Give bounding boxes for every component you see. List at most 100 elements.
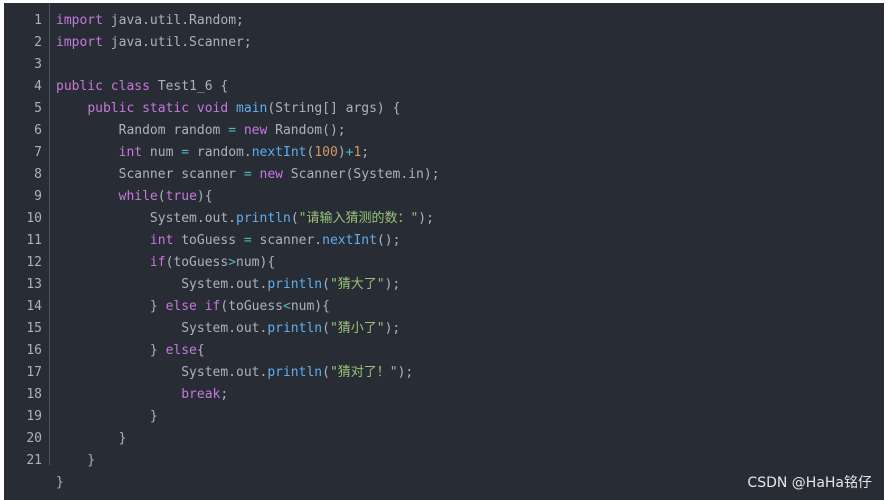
code-token: } — [56, 431, 127, 446]
code-token: } — [56, 475, 64, 490]
code-token: "猜对了！" — [329, 365, 398, 380]
code-token: ) — [337, 145, 346, 160]
code-token: Test1_6 { — [149, 79, 229, 94]
code-token: System.out. — [56, 211, 237, 226]
code-line: } else{ — [56, 340, 884, 362]
code-token: ; — [220, 387, 229, 402]
line-number: 10 — [26, 211, 42, 226]
code-line: public class Test1_6 { — [56, 76, 884, 98]
code-token: int — [118, 145, 143, 160]
code-line: int num = random.nextInt(100)+1; — [56, 142, 884, 164]
code-token: System.out. — [56, 277, 268, 292]
code-line: public static void main(String[] args) { — [56, 98, 884, 120]
code-token: ); — [418, 211, 434, 226]
line-number: 2 — [34, 35, 42, 50]
code-token: main — [236, 101, 268, 116]
code-token: true — [165, 189, 197, 204]
code-token: ); — [384, 277, 401, 292]
code-token: println — [236, 211, 291, 226]
code-token: ; — [361, 145, 370, 160]
code-token: > — [228, 255, 237, 270]
code-token: System.out. — [56, 365, 268, 380]
code-token: (toGuess — [165, 255, 229, 270]
watermark: CSDN @HaHa铭仔 — [747, 475, 872, 491]
code-token: else — [165, 299, 197, 314]
line-number: 8 — [34, 167, 42, 182]
code-token: while — [118, 189, 158, 204]
code-token: ( — [322, 321, 330, 336]
code-token: ( — [322, 365, 330, 380]
code-line: import java.util.Scanner; — [56, 32, 884, 54]
line-number: 18 — [26, 387, 42, 402]
line-number: 9 — [34, 189, 42, 204]
code-token: println — [267, 365, 323, 380]
code-token: "猜大了" — [329, 277, 385, 292]
line-number: 6 — [34, 123, 42, 138]
line-number: 20 — [26, 431, 42, 446]
code-line: while(true){ — [56, 186, 884, 208]
code-token: Random random — [56, 123, 229, 138]
code-token: } — [56, 453, 96, 468]
code-token: toGuess — [173, 233, 244, 248]
code-token: ){ — [196, 189, 213, 204]
code-line: System.out.println("猜小了"); — [56, 318, 884, 340]
code-token: Scanner(System.in); — [282, 167, 440, 182]
code-token: < — [283, 299, 291, 314]
code-token: = — [181, 145, 190, 160]
code-token: num — [142, 145, 182, 160]
code-token: num){ — [236, 255, 276, 270]
line-number: 13 — [26, 277, 42, 292]
code-token: import — [56, 35, 103, 50]
line-number: 12 — [26, 255, 42, 270]
code-line: System.out.println("猜对了！"); — [56, 362, 884, 384]
code-token: println — [267, 277, 323, 292]
code-token: nextInt — [322, 233, 377, 248]
code-token: ); — [384, 321, 401, 336]
code-line: } — [56, 428, 884, 450]
code-token: if — [204, 299, 221, 314]
code-token: class — [110, 79, 150, 94]
line-number: 21 — [26, 453, 42, 468]
code-token: java.util.Random; — [102, 13, 244, 28]
code-token: else — [165, 343, 197, 358]
line-number: 14 — [26, 299, 42, 314]
code-token: public — [56, 79, 103, 94]
code-line: System.out.println("猜大了"); — [56, 274, 884, 296]
code-token: public — [87, 101, 135, 116]
line-number: 19 — [26, 409, 42, 424]
code-token: int — [149, 233, 174, 248]
code-token: scanner. — [251, 233, 323, 248]
line-number: 17 — [26, 365, 42, 380]
code-token: (toGuess — [220, 299, 283, 314]
code-token: "请输入猜测的数：" — [298, 211, 419, 226]
gutter-divider — [49, 3, 50, 465]
code-token: ); — [397, 365, 414, 380]
code-token: ( — [322, 277, 330, 292]
code-token: new — [243, 123, 268, 138]
code-token: java.util.Scanner; — [102, 35, 252, 50]
code-token: ( — [157, 189, 166, 204]
line-number: 7 — [34, 145, 42, 160]
code-block: 1 2 3 4 5 6 7 8 9 10 11 12 13 14 15 16 17 18 19 20 21 import… — [4, 3, 884, 500]
code-token: new — [259, 167, 283, 182]
code-token: { — [196, 343, 205, 358]
code-token: break — [181, 387, 221, 402]
line-number: 4 — [34, 79, 42, 94]
code-token: "猜小了" — [329, 321, 385, 336]
line-number: 15 — [26, 321, 42, 336]
code-line: Random random = new Random(); — [56, 120, 884, 142]
code-line: break; — [56, 384, 884, 406]
code-token: println — [267, 321, 323, 336]
code-line: } — [56, 406, 884, 428]
code-token: } — [56, 343, 166, 358]
line-number: 5 — [34, 101, 42, 116]
code-content[interactable]: import java.util.Random; import java.util… — [56, 10, 884, 494]
